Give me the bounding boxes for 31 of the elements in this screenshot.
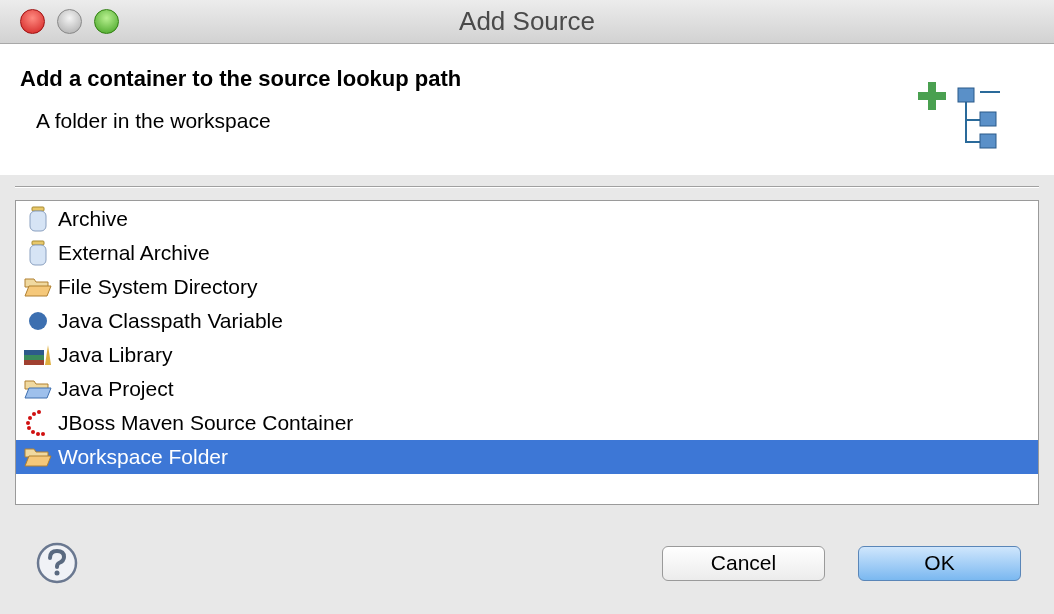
item-label: JBoss Maven Source Container — [58, 410, 354, 437]
help-icon[interactable] — [36, 542, 78, 584]
list-item[interactable]: File System Directory — [16, 270, 1038, 304]
item-label: File System Directory — [58, 274, 258, 301]
header-description: A folder in the workspace — [36, 108, 272, 134]
item-label: Java Library — [58, 342, 173, 369]
list-item[interactable]: Java Classpath Variable — [16, 304, 1038, 338]
folder-icon — [23, 275, 53, 299]
list-item[interactable]: Java Project — [16, 372, 1038, 406]
jar-icon — [27, 206, 49, 232]
item-label: Java Classpath Variable — [58, 308, 283, 335]
window-title: Add Source — [459, 5, 595, 38]
folder-icon — [23, 445, 53, 469]
circle-icon — [27, 310, 49, 332]
list-item[interactable]: JBoss Maven Source Container — [16, 406, 1038, 440]
header-title: Add a container to the source lookup path — [20, 65, 462, 93]
item-label: Archive — [58, 206, 129, 233]
default-button[interactable]: OK — [858, 545, 1021, 581]
list-item[interactable]: External Archive — [16, 236, 1038, 270]
jar-icon — [27, 240, 49, 266]
close-icon[interactable] — [20, 9, 45, 34]
folder-icon — [23, 377, 53, 401]
list-item[interactable]: Archive — [16, 202, 1038, 236]
item-label: Java Project — [58, 376, 174, 403]
list-item[interactable]: Workspace Folder — [16, 440, 1038, 474]
zoom-icon[interactable] — [94, 9, 119, 34]
minimize-icon[interactable] — [57, 9, 82, 34]
item-label: Workspace Folder — [58, 444, 228, 471]
dialog-button[interactable]: Cancel — [662, 545, 825, 581]
item-label: External Archive — [58, 240, 210, 267]
list-item[interactable]: Java Library — [16, 338, 1038, 372]
